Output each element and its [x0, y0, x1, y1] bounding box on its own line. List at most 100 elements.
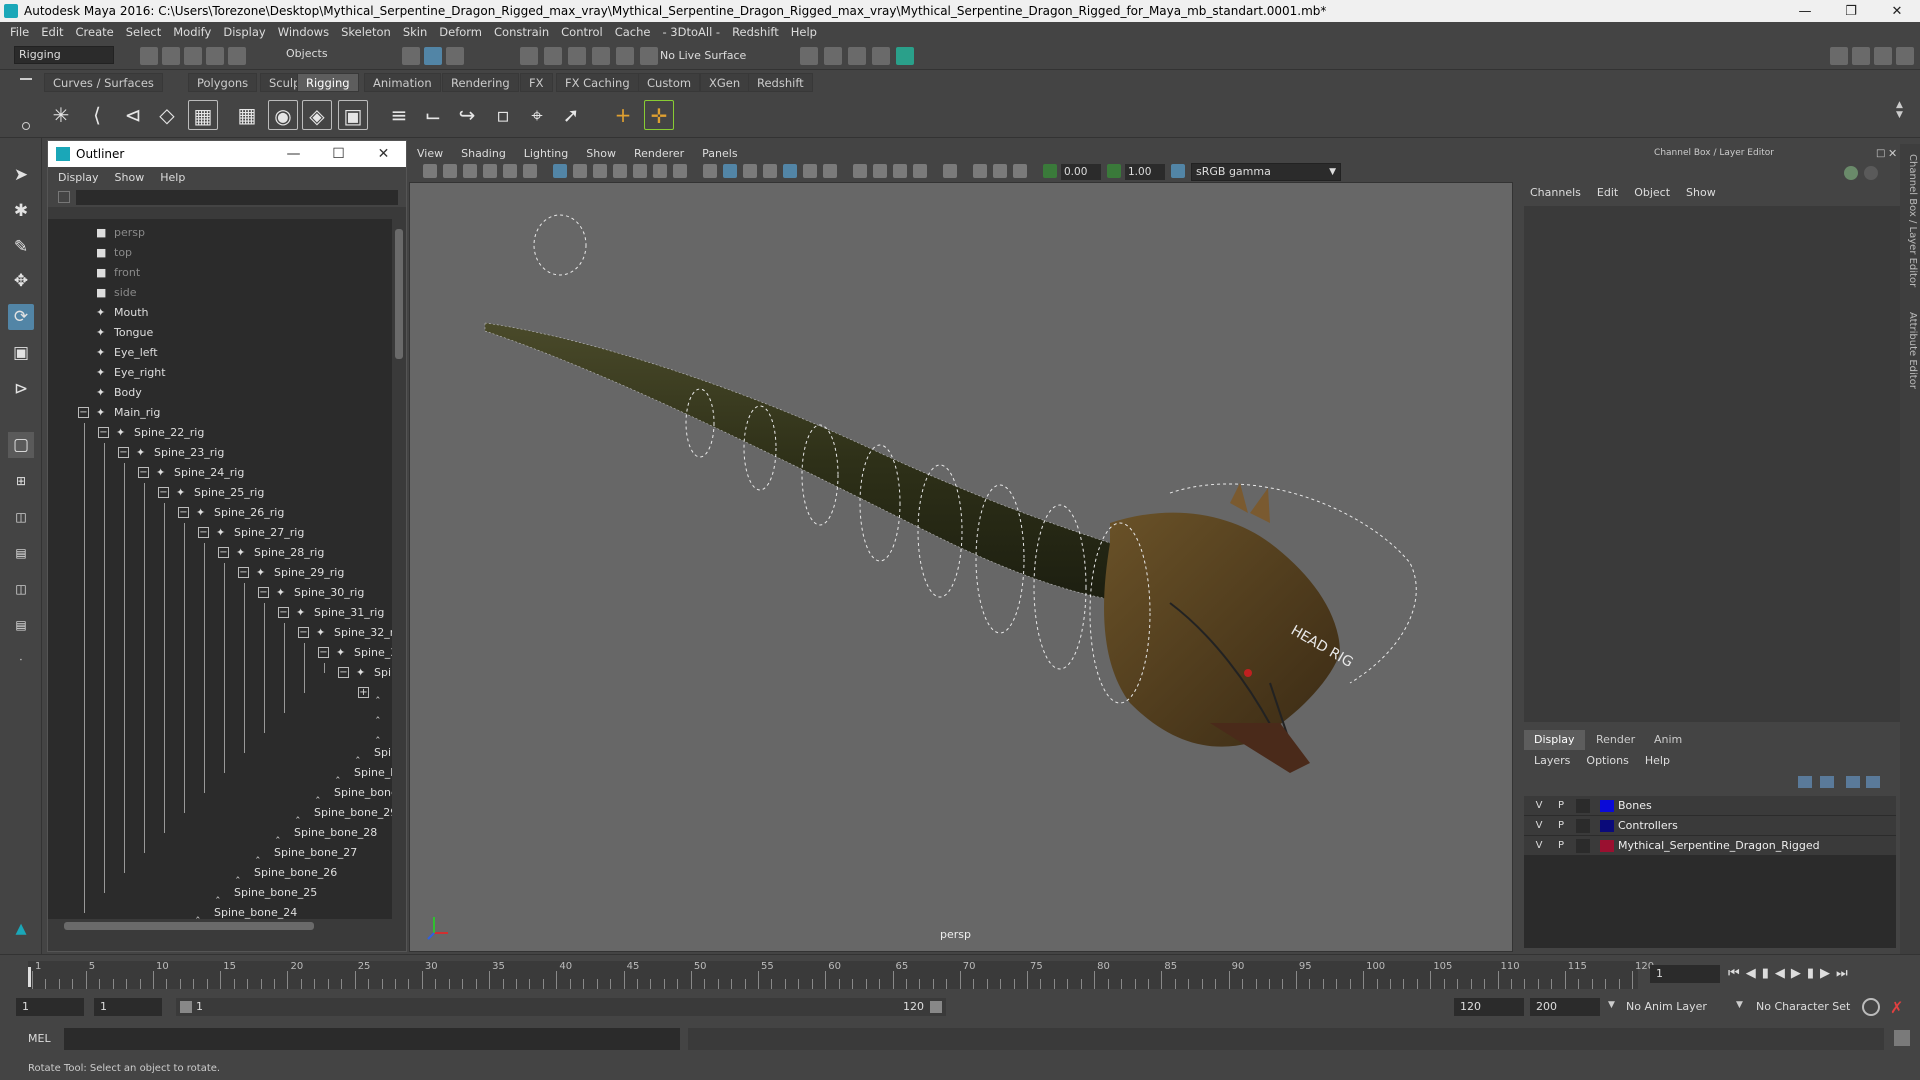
layer-row-bones[interactable]: V P Bones — [1524, 796, 1896, 816]
mel-label[interactable]: MEL — [28, 1032, 51, 1045]
layer-row-dragon[interactable]: V P Mythical_Serpentine_Dragon_Rigged — [1524, 836, 1896, 856]
channel-box-close-icon[interactable]: ✕ — [1888, 147, 1897, 160]
aim-constraint-icon[interactable]: ➚ — [556, 100, 586, 130]
2d-pan-zoom-icon[interactable] — [503, 164, 517, 178]
shelf-tab-xgen[interactable]: XGen — [700, 73, 750, 92]
outliner-item[interactable]: ✦ Spi — [356, 663, 391, 683]
menu-file[interactable]: File — [10, 25, 29, 39]
step-forward-key-icon[interactable]: ▮ — [1807, 966, 1820, 981]
outliner-item[interactable]: ■ front — [96, 263, 140, 283]
filter-icon[interactable] — [58, 191, 70, 203]
restore-button[interactable]: ❐ — [1828, 4, 1874, 19]
playback-toggle[interactable]: P — [1554, 796, 1568, 816]
menu-select[interactable]: Select — [126, 25, 161, 39]
live-surface-label[interactable]: No Live Surface — [660, 49, 746, 62]
menu-modify[interactable]: Modify — [173, 25, 211, 39]
outliner-item[interactable]: ■ persp — [96, 223, 145, 243]
close-button[interactable]: ✕ — [1874, 4, 1920, 19]
outliner-item[interactable]: ✦ Spine_26_rig — [196, 503, 284, 523]
expand-toggle[interactable]: + — [358, 687, 369, 698]
outliner-item[interactable]: ‸ Spine_bone_24 — [196, 903, 297, 919]
outliner-item[interactable]: ✦ Mouth — [96, 303, 148, 323]
range-end-handle[interactable] — [930, 1001, 942, 1013]
layer-name[interactable]: Mythical_Serpentine_Dragon_Rigged — [1618, 836, 1820, 856]
new-layer-icon[interactable] — [1866, 776, 1880, 788]
menu-edit[interactable]: Edit — [41, 25, 63, 39]
channel-box-float-icon[interactable]: □ — [1876, 148, 1885, 159]
image-plane-icon[interactable] — [483, 164, 497, 178]
menu-help[interactable]: Help — [791, 25, 817, 39]
grease-pencil-icon[interactable] — [523, 164, 537, 178]
playback-controls[interactable]: ⏮◀▮◀▶▮▶⏭ — [1728, 966, 1918, 982]
current-time-indicator[interactable] — [28, 967, 31, 987]
snap-curve-icon[interactable] — [544, 47, 562, 65]
more-layouts-icon[interactable]: ⋅ — [8, 648, 34, 674]
step-back-key-icon[interactable]: ▮ — [1762, 966, 1775, 981]
modeling-toolkit-icon[interactable] — [1852, 47, 1870, 65]
anti-aliasing-icon[interactable] — [893, 164, 907, 178]
parent-constraint-icon[interactable]: + — [608, 100, 638, 130]
menu-skeleton[interactable]: Skeleton — [341, 25, 391, 39]
camera-attributes-icon[interactable] — [443, 164, 457, 178]
expand-toggle[interactable]: − — [98, 427, 109, 438]
lasso-tool-icon[interactable]: ✱ — [8, 198, 34, 224]
reference-toggle[interactable] — [1576, 839, 1590, 853]
speed-icon[interactable] — [1864, 166, 1878, 180]
outliner-item[interactable]: ✦ Tongue — [96, 323, 153, 343]
viewport-menu-view[interactable]: View — [417, 147, 443, 160]
render-frame-icon[interactable] — [824, 47, 842, 65]
viewport-menu-renderer[interactable]: Renderer — [634, 147, 684, 160]
depth-of-field-icon[interactable] — [913, 164, 927, 178]
layer-name[interactable]: Controllers — [1618, 816, 1678, 836]
outliner-item[interactable]: ✦ Eye_right — [96, 363, 166, 383]
textured-icon[interactable] — [783, 164, 797, 178]
viewport-menu-shading[interactable]: Shading — [461, 147, 506, 160]
paint-weights-icon[interactable]: ▣ — [338, 100, 368, 130]
outliner-item[interactable]: ✦ Spine_29_rig — [256, 563, 344, 583]
outliner-item[interactable]: ‸ Spine_b — [356, 743, 394, 763]
outliner-item[interactable]: ✦ Spine_27_rig — [216, 523, 304, 543]
colorspace-dropdown[interactable]: sRGB gamma ▼ — [1191, 163, 1341, 181]
redo-icon[interactable] — [228, 47, 246, 65]
reference-toggle[interactable] — [1576, 819, 1590, 833]
wireframe-on-shaded-icon[interactable] — [763, 164, 777, 178]
expand-toggle[interactable]: − — [118, 447, 129, 458]
safe-title-icon[interactable] — [673, 164, 687, 178]
ipr-render-icon[interactable] — [848, 47, 866, 65]
outliner-item[interactable]: ✦ Spine_28_rig — [236, 543, 324, 563]
outliner-item[interactable]: ■ side — [96, 283, 137, 303]
shelf-tab-custom[interactable]: Custom — [638, 73, 701, 92]
side-tab-attribute-editor[interactable]: Attribute Editor — [1902, 312, 1918, 402]
menu-create[interactable]: Create — [76, 25, 114, 39]
smooth-shade-icon[interactable] — [723, 164, 737, 178]
step-back-icon[interactable]: ◀ — [1746, 966, 1762, 981]
cb-menu-object[interactable]: Object — [1634, 186, 1670, 199]
outliner-item[interactable]: ✦ Eye_left — [96, 343, 158, 363]
paint-select-tool-icon[interactable]: ✎ — [8, 234, 34, 260]
layer-menu-help[interactable]: Help — [1645, 754, 1670, 767]
expand-toggle[interactable]: − — [238, 567, 249, 578]
menu-cache[interactable]: Cache — [615, 25, 651, 39]
orient-constraint-icon[interactable]: ✛ — [644, 100, 674, 130]
menu-windows[interactable]: Windows — [278, 25, 329, 39]
menu-deform[interactable]: Deform — [439, 25, 482, 39]
anim-layer-dropdown[interactable]: No Anim Layer — [1620, 998, 1732, 1016]
exposure-icon[interactable] — [1043, 164, 1057, 178]
snap-live-icon[interactable] — [616, 47, 634, 65]
expand-toggle[interactable]: − — [258, 587, 269, 598]
step-forward-icon[interactable]: ▶ — [1820, 966, 1836, 981]
channel-box-toggle-icon[interactable] — [1896, 47, 1914, 65]
blend-shape-icon[interactable]: ▫ — [488, 100, 518, 130]
outliner-item[interactable]: ‸ Spine_bone_28 — [276, 823, 377, 843]
sidebar-toggle-icon[interactable] — [1830, 47, 1848, 65]
wireframe-icon[interactable] — [703, 164, 717, 178]
layer-menu-options[interactable]: Options — [1586, 754, 1628, 767]
xray-icon[interactable] — [973, 164, 987, 178]
shelf-settings-icon[interactable] — [22, 122, 30, 130]
shelf-tab-curves-surfaces[interactable]: Curves / Surfaces — [44, 73, 163, 92]
outliner-item[interactable]: ‸ Spine_bone_25 — [216, 883, 317, 903]
gate-mask-icon[interactable] — [613, 164, 627, 178]
outliner-item[interactable]: ✦ Main_rig — [96, 403, 160, 423]
shelf-tab-redshift[interactable]: Redshift — [748, 73, 813, 92]
render-settings-icon[interactable] — [872, 47, 890, 65]
